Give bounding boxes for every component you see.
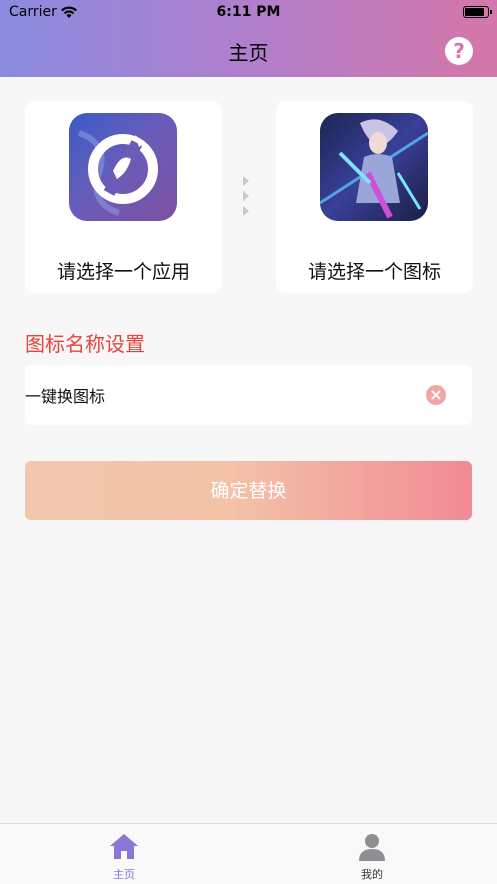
app-logo-image (69, 113, 177, 221)
select-icon-card[interactable]: 请选择一个图标 (276, 101, 473, 293)
game-character-image (320, 113, 428, 221)
page-title: 主页 (228, 41, 269, 65)
select-app-label: 请选择一个应用 (56, 261, 190, 283)
tab-me-label: 我的 (361, 868, 383, 881)
person-icon (356, 832, 388, 862)
icon-name-input[interactable] (25, 365, 405, 425)
tab-home-label: 主页 (113, 868, 135, 881)
status-bar: Carrier 6:11 PM (0, 4, 497, 24)
battery-icon (463, 6, 492, 18)
question-circle-icon: ? (453, 39, 465, 63)
clear-icon[interactable]: × (426, 385, 446, 405)
tab-home[interactable]: 主页 (84, 824, 164, 884)
icon-name-section-title: 图标名称设置 (25, 332, 145, 356)
confirm-replace-button[interactable]: 确定替换 (25, 461, 472, 520)
icon-name-field: × (25, 365, 472, 425)
clock: 6:11 PM (216, 4, 281, 20)
arrow-right-icon (243, 176, 253, 224)
help-button[interactable]: ? (445, 37, 473, 65)
top-nav-bar: Carrier 6:11 PM 主页 ? (0, 0, 497, 77)
tab-me[interactable]: 我的 (332, 824, 412, 884)
tab-bar: 主页 我的 (0, 823, 497, 884)
home-icon (108, 832, 140, 862)
select-icon-label: 请选择一个图标 (307, 261, 441, 283)
select-app-card[interactable]: 请选择一个应用 (25, 101, 222, 293)
